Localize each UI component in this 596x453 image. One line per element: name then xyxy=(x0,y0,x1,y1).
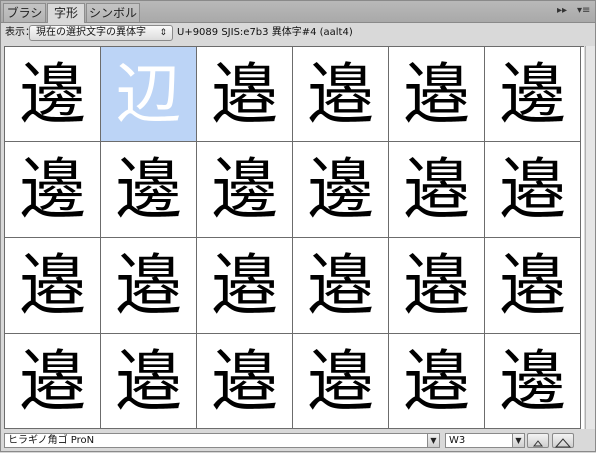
font-family-value: ヒラギノ角ゴ ProN xyxy=(8,435,95,446)
tab-glyphs-label: 字形 xyxy=(53,6,78,20)
tab-brushes-label: ブラシ xyxy=(6,6,43,20)
glyph-cell[interactable]: 邉 xyxy=(293,334,389,429)
zoom-out-icon xyxy=(532,440,544,447)
glyph-cell[interactable]: 邉 xyxy=(197,238,293,334)
collapse-icon[interactable]: ▸▸ xyxy=(557,4,567,18)
glyph-char: 邊 xyxy=(115,151,182,228)
glyph-char: 邉 xyxy=(307,56,374,133)
glyph-cell[interactable]: 邉 xyxy=(293,238,389,334)
glyph-char: 邉 xyxy=(211,343,278,420)
glyph-info: U+9089 SJIS:e7b3 異体字#4 (aalt4) xyxy=(177,27,353,38)
glyph-char: 邉 xyxy=(19,343,86,420)
glyph-char: 辺 xyxy=(115,56,182,133)
glyph-char: 邊 xyxy=(307,151,374,228)
tab-glyphs[interactable]: 字形 xyxy=(47,3,85,23)
glyph-char: 邉 xyxy=(307,247,374,324)
glyph-cell[interactable]: 邉 xyxy=(389,334,485,429)
glyph-cell[interactable]: 邉 xyxy=(485,142,581,238)
glyph-cell[interactable]: 邉 xyxy=(389,47,485,142)
glyph-cell[interactable]: 邊 xyxy=(485,47,581,142)
select-arrows-icon: ⇕ xyxy=(159,28,167,38)
glyph-cell[interactable]: 邊 xyxy=(485,334,581,429)
glyph-char: 邉 xyxy=(499,151,566,228)
font-family-field[interactable]: ヒラギノ角ゴ ProN ▼ xyxy=(4,433,440,448)
glyph-cell[interactable]: 邉 xyxy=(5,238,101,334)
glyph-cell[interactable]: 邉 xyxy=(197,47,293,142)
glyph-char: 邉 xyxy=(307,343,374,420)
glyph-char: 邉 xyxy=(403,56,470,133)
glyph-char: 邉 xyxy=(211,247,278,324)
glyph-cell[interactable]: 邉 xyxy=(101,334,197,429)
glyph-char: 邊 xyxy=(211,151,278,228)
grid-scrollbar[interactable] xyxy=(585,46,595,429)
glyph-char: 邉 xyxy=(115,343,182,420)
font-style-value: W3 xyxy=(449,435,466,446)
glyph-char: 邉 xyxy=(115,247,182,324)
font-family-dropdown-icon[interactable]: ▼ xyxy=(427,434,439,447)
show-filter-value: 現在の選択文字の異体字 xyxy=(36,27,146,38)
zoom-in-icon xyxy=(554,438,572,448)
glyph-cell[interactable]: 邉 xyxy=(389,238,485,334)
glyph-char: 邊 xyxy=(499,343,566,420)
font-style-field[interactable]: W3 ▼ xyxy=(445,433,525,448)
glyph-cell[interactable]: 邉 xyxy=(197,334,293,429)
glyph-cell[interactable]: 邉 xyxy=(293,47,389,142)
glyph-cell-selected[interactable]: 辺 xyxy=(101,47,197,142)
glyph-cell[interactable]: 邉 xyxy=(389,142,485,238)
panel-menu-icon[interactable]: ▾≡ xyxy=(577,4,590,18)
panel-tab-bar: ブラシ 字形 シンボル ▸▸ ▾≡ xyxy=(1,1,595,23)
glyph-cell[interactable]: 邉 xyxy=(101,238,197,334)
glyph-char: 邊 xyxy=(19,56,86,133)
font-bar: ヒラギノ角ゴ ProN ▼ W3 ▼ xyxy=(1,431,595,451)
glyph-cell[interactable]: 邉 xyxy=(5,334,101,429)
glyph-char: 邊 xyxy=(499,56,566,133)
tab-symbols-label: シンボル xyxy=(88,6,137,20)
glyph-char: 邉 xyxy=(499,247,566,324)
tab-brushes[interactable]: ブラシ xyxy=(3,3,46,22)
glyph-toolbar: 表示： 現在の選択文字の異体字 ⇕ U+9089 SJIS:e7b3 異体字#4… xyxy=(1,23,595,43)
glyphs-panel: ブラシ 字形 シンボル ▸▸ ▾≡ 表示： 現在の選択文字の異体字 ⇕ U+90… xyxy=(0,0,596,452)
glyph-char: 邉 xyxy=(403,151,470,228)
tab-symbols[interactable]: シンボル xyxy=(86,3,140,22)
glyph-grid: 邊辺邉邉邉邊邊邊邊邊邉邉邉邉邉邉邉邉邉邉邉邉邉邊 xyxy=(4,46,584,429)
glyph-cell[interactable]: 邊 xyxy=(5,47,101,142)
glyph-char: 邉 xyxy=(403,343,470,420)
font-style-dropdown-icon[interactable]: ▼ xyxy=(512,434,524,447)
glyph-cell[interactable]: 邊 xyxy=(293,142,389,238)
glyph-char: 邉 xyxy=(19,247,86,324)
show-filter-select[interactable]: 現在の選択文字の異体字 ⇕ xyxy=(29,25,173,41)
glyph-cell[interactable]: 邊 xyxy=(197,142,293,238)
glyph-cell[interactable]: 邊 xyxy=(5,142,101,238)
glyph-char: 邉 xyxy=(211,56,278,133)
glyph-char: 邉 xyxy=(403,247,470,324)
glyph-cell[interactable]: 邉 xyxy=(485,238,581,334)
glyph-char: 邊 xyxy=(19,151,86,228)
glyph-cell[interactable]: 邊 xyxy=(101,142,197,238)
zoom-out-button[interactable] xyxy=(527,433,549,448)
zoom-in-button[interactable] xyxy=(552,433,574,448)
